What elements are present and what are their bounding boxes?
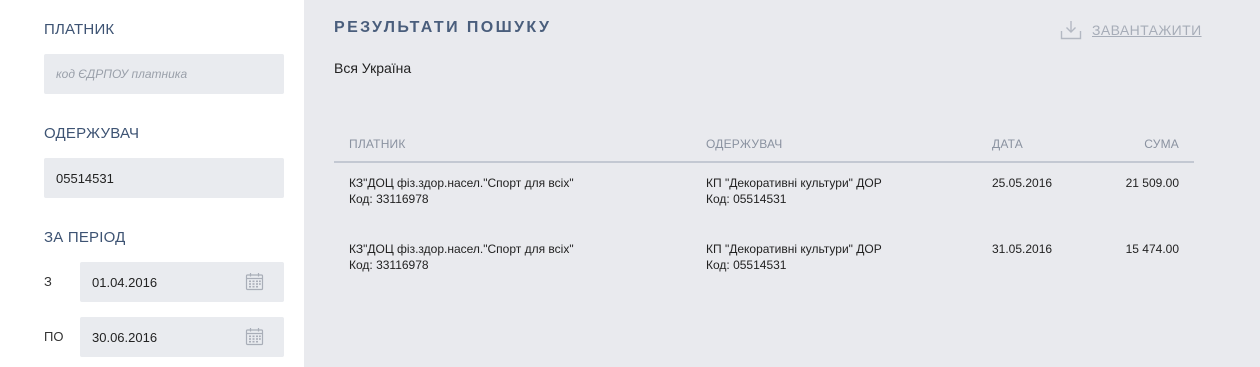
column-header-date[interactable]: ДАТА <box>992 137 1023 151</box>
payer-code: Код: 33116978 <box>349 258 429 272</box>
region-label: Вся Україна <box>334 60 412 76</box>
recipient-code: Код: 05514531 <box>706 258 787 272</box>
payer-cell: КЗ"ДОЦ фіз.здор.насел."Спорт для всіх" К… <box>349 175 574 207</box>
recipient-cell: КП "Декоративні культури" ДОР Код: 05514… <box>706 175 882 207</box>
recipient-cell: КП "Декоративні культури" ДОР Код: 05514… <box>706 241 882 273</box>
period-label: ЗА ПЕРІОД <box>44 229 126 246</box>
calendar-icon[interactable] <box>245 327 264 346</box>
date-from-input[interactable]: 01.04.2016 <box>80 262 284 302</box>
calendar-icon[interactable] <box>245 272 264 291</box>
table-header: ПЛАТНИК ОДЕРЖУВАЧ ДАТА СУМА <box>334 127 1194 163</box>
period-from-label: З <box>44 274 52 289</box>
date-from-value: 01.04.2016 <box>92 274 158 290</box>
column-header-recipient[interactable]: ОДЕРЖУВАЧ <box>706 137 783 151</box>
recipient-name: КП "Декоративні культури" ДОР <box>706 242 882 256</box>
payer-name: КЗ"ДОЦ фіз.здор.насел."Спорт для всіх" <box>349 176 574 190</box>
period-to-label: ПО <box>44 329 64 344</box>
payer-cell: КЗ"ДОЦ фіз.здор.насел."Спорт для всіх" К… <box>349 241 574 273</box>
download-button[interactable]: ЗАВАНТАЖИТИ <box>1060 20 1202 40</box>
recipient-code: Код: 05514531 <box>706 192 787 206</box>
table-row[interactable]: КЗ"ДОЦ фіз.здор.насел."Спорт для всіх" К… <box>334 229 1194 295</box>
payer-name: КЗ"ДОЦ фіз.здор.насел."Спорт для всіх" <box>349 242 574 256</box>
download-label: ЗАВАНТАЖИТИ <box>1092 22 1202 38</box>
recipient-name: КП "Декоративні культури" ДОР <box>706 176 882 190</box>
date-to-input[interactable]: 30.06.2016 <box>80 317 284 357</box>
results-table: ПЛАТНИК ОДЕРЖУВАЧ ДАТА СУМА КЗ"ДОЦ фіз.з… <box>334 127 1194 295</box>
recipient-code-input[interactable]: 05514531 <box>44 158 284 198</box>
amount-cell: 15 474.00 <box>1125 242 1179 256</box>
page-title: РЕЗУЛЬТАТИ ПОШУКУ <box>334 19 552 36</box>
page: ПЛАТНИК код ЄДРПОУ платника ОДЕРЖУВАЧ 05… <box>0 0 1260 367</box>
payer-code: Код: 33116978 <box>349 192 429 206</box>
results-panel: РЕЗУЛЬТАТИ ПОШУКУ ЗАВАНТАЖИТИ Вся Україн… <box>304 0 1260 367</box>
date-cell: 25.05.2016 <box>992 176 1053 190</box>
date-cell: 31.05.2016 <box>992 242 1053 256</box>
filter-sidebar: ПЛАТНИК код ЄДРПОУ платника ОДЕРЖУВАЧ 05… <box>0 0 304 367</box>
amount-cell: 21 509.00 <box>1125 176 1179 190</box>
column-header-payer[interactable]: ПЛАТНИК <box>349 137 406 151</box>
payer-code-input[interactable]: код ЄДРПОУ платника <box>44 54 284 94</box>
column-header-amount[interactable]: СУМА <box>1144 137 1179 151</box>
payer-label: ПЛАТНИК <box>44 21 115 38</box>
download-icon <box>1060 21 1082 40</box>
table-row[interactable]: КЗ"ДОЦ фіз.здор.насел."Спорт для всіх" К… <box>334 163 1194 229</box>
date-to-value: 30.06.2016 <box>92 329 158 345</box>
recipient-label: ОДЕРЖУВАЧ <box>44 125 140 142</box>
